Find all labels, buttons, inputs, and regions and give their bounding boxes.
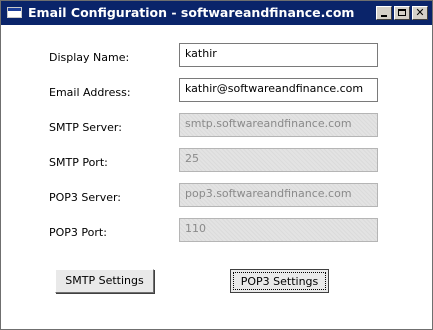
- email-address-label: Email Address:: [49, 86, 131, 99]
- pop3-server-label: POP3 Server:: [49, 191, 122, 204]
- smtp-server-field: smtp.softwareandfinance.com: [179, 113, 378, 137]
- pop3-settings-button[interactable]: POP3 Settings: [230, 269, 329, 293]
- close-icon: ✕: [415, 6, 425, 19]
- smtp-settings-button[interactable]: SMTP Settings: [55, 269, 154, 293]
- display-name-field[interactable]: kathir: [179, 43, 378, 67]
- close-button[interactable]: ✕: [412, 6, 428, 20]
- pop3-port-label: POP3 Port:: [49, 226, 107, 239]
- window-title: Email Configuration - softwareandfinance…: [28, 5, 355, 20]
- pop3-settings-label: POP3 Settings: [233, 272, 326, 290]
- maximize-icon: [398, 9, 406, 16]
- display-name-label: Display Name:: [49, 51, 130, 64]
- pop3-port-field: 110: [179, 218, 378, 242]
- minimize-button[interactable]: [376, 6, 392, 20]
- smtp-port-label: SMTP Port:: [49, 156, 108, 169]
- smtp-port-field: 25: [179, 148, 378, 172]
- maximize-button[interactable]: [394, 6, 410, 20]
- minimize-icon: [381, 15, 387, 17]
- window-app-icon: [7, 7, 22, 18]
- title-bar[interactable]: Email Configuration - softwareandfinance…: [1, 1, 432, 25]
- pop3-server-field: pop3.softwareandfinance.com: [179, 183, 378, 207]
- smtp-server-label: SMTP Server:: [49, 121, 122, 134]
- email-address-field[interactable]: kathir@softwareandfinance.com: [179, 78, 378, 102]
- email-configuration-window: Email Configuration - softwareandfinance…: [0, 0, 433, 330]
